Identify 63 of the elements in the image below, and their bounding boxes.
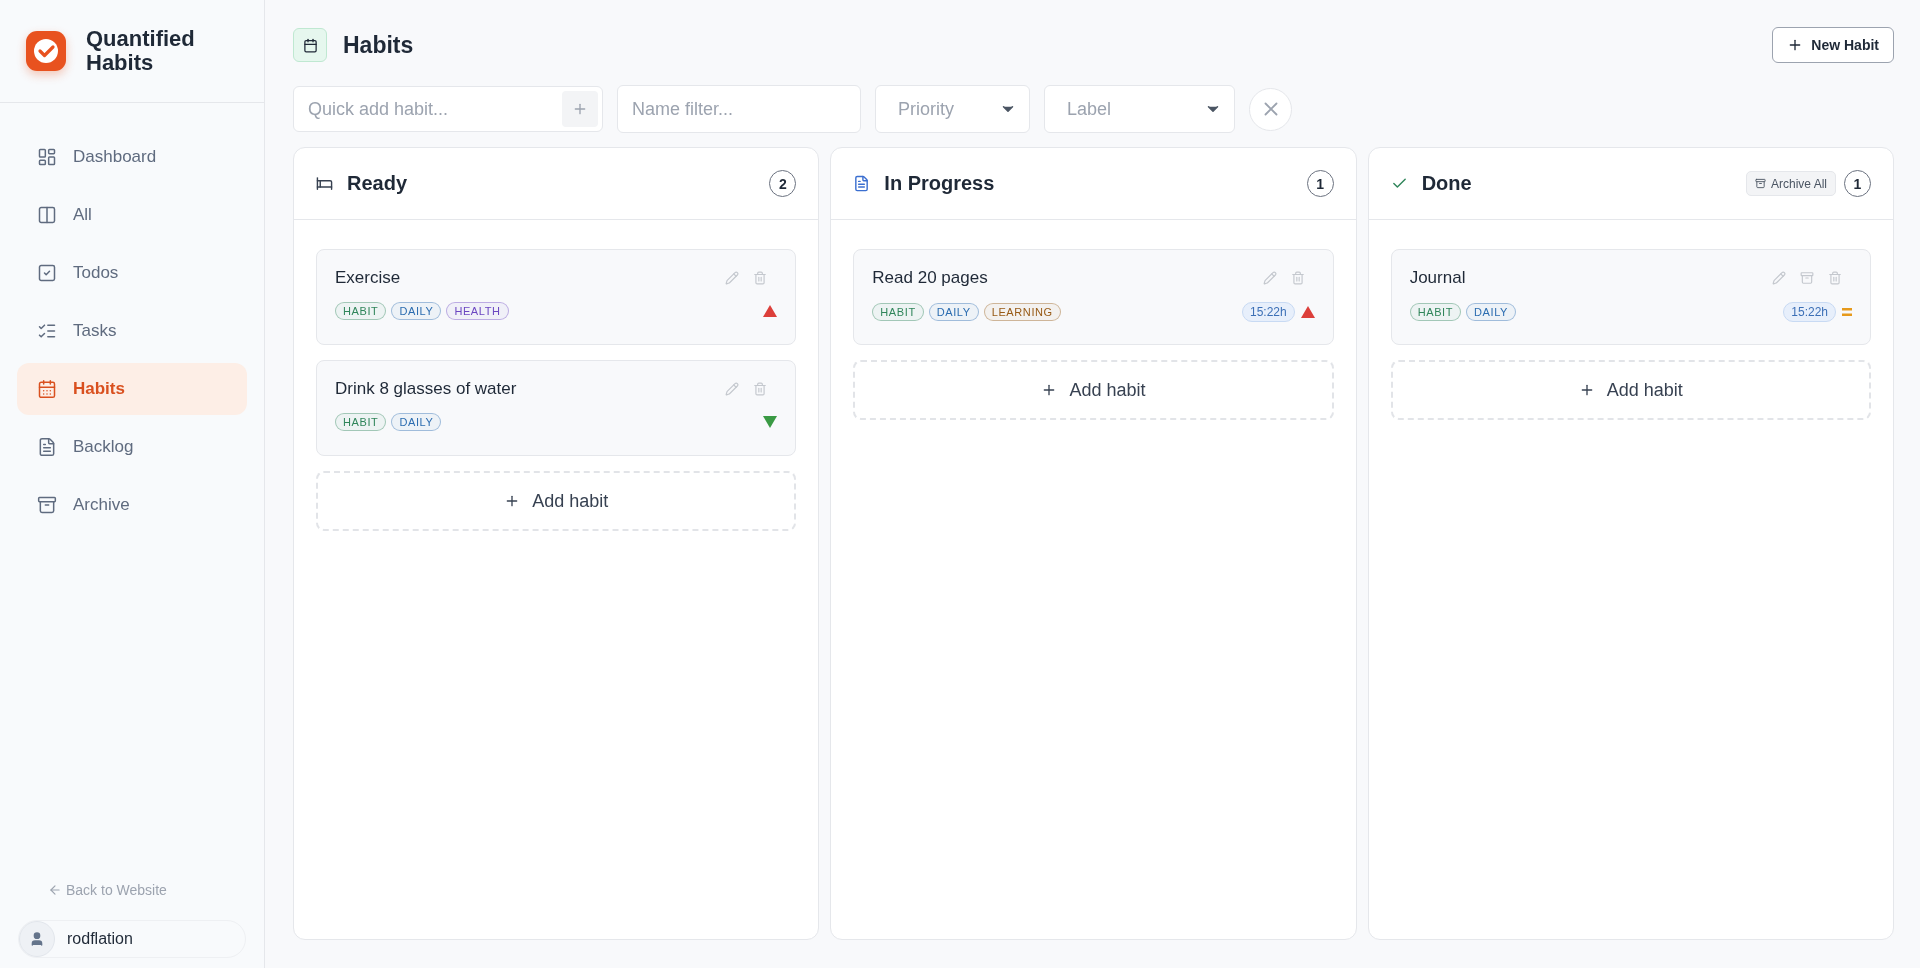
time-badge: 15:22h [1241,302,1295,322]
tag: DAILY [391,302,442,320]
time-badge: 15:22h [1783,302,1836,322]
habit-card[interactable]: Drink 8 glasses of water HABIT DAILY [316,360,797,456]
clear-button[interactable] [1249,87,1292,131]
column-title: In Progress [884,172,996,195]
new-habit-button[interactable]: New Habit [1772,27,1894,63]
trash-icon[interactable] [753,382,768,396]
pencil-icon[interactable] [1772,271,1786,285]
tag: DAILY [391,413,442,431]
habit-card[interactable]: Exercise HABIT DAILY HEALTH [316,249,797,345]
trash-icon[interactable] [753,271,768,285]
user-name: rodflation [67,930,133,948]
calendar-icon [293,28,327,62]
name-filter-field[interactable]: Name filter... [617,85,861,133]
pencil-icon[interactable] [725,382,740,396]
nav-item[interactable]: Archive [17,479,247,531]
add-habit-button[interactable]: Add habit [316,471,797,531]
nav-item[interactable]: Todos [17,247,247,299]
logo-icon [26,31,66,71]
page-title: Habits [343,31,414,59]
habit-card[interactable]: Journal HABIT DAILY 15:22h [1390,249,1871,345]
add-habit-button[interactable]: Add habit [1390,360,1871,420]
trash-icon[interactable] [1828,271,1842,285]
add-habit-button[interactable]: Add habit [853,360,1334,420]
brand-name: Quantified Habits [86,27,196,75]
tag: HEALTH [446,302,509,320]
quick-add-field[interactable]: Quick add habit... [293,86,603,132]
tag: HABIT [1409,303,1462,321]
tasks-icon [37,321,57,341]
plus-icon [572,101,588,117]
card-title: Exercise [335,268,401,288]
column-title: Ready [347,172,409,195]
archive-icon [1754,178,1766,189]
add-button[interactable] [562,91,598,127]
nav-item[interactable]: Tasks [17,305,247,357]
tag: DAILY [928,303,979,321]
tag: LEARNING [983,303,1061,321]
tag: DAILY [1466,303,1517,321]
tag: HABIT [872,303,924,321]
dashboard-icon [37,147,57,167]
card-title: Read 20 pages [872,268,988,288]
bed-icon [316,175,333,192]
tag: HABIT [335,413,387,431]
archive-icon [37,495,57,515]
calendar-icon [37,379,57,399]
nav-item[interactable]: All [17,189,247,241]
tag: HABIT [335,302,387,320]
archive-all-button[interactable]: Archive All [1745,171,1836,196]
nav-item[interactable]: Backlog [17,421,247,473]
trash-icon[interactable] [1290,271,1305,285]
columns-icon [37,205,57,225]
card-title: Drink 8 glasses of water [335,379,517,399]
nav-item[interactable]: Habits [17,363,247,415]
todo-icon [37,263,57,283]
archive-icon[interactable] [1800,271,1814,285]
document-icon [853,175,871,192]
nav-item[interactable]: Dashboard [17,131,247,183]
card-title: Journal [1409,268,1466,288]
habit-card[interactable]: Read 20 pages HABIT DAILY LEARNING 15:22h [853,249,1334,345]
column-title: Done [1421,172,1473,195]
pencil-icon[interactable] [725,271,740,285]
pencil-icon[interactable] [1262,271,1277,285]
